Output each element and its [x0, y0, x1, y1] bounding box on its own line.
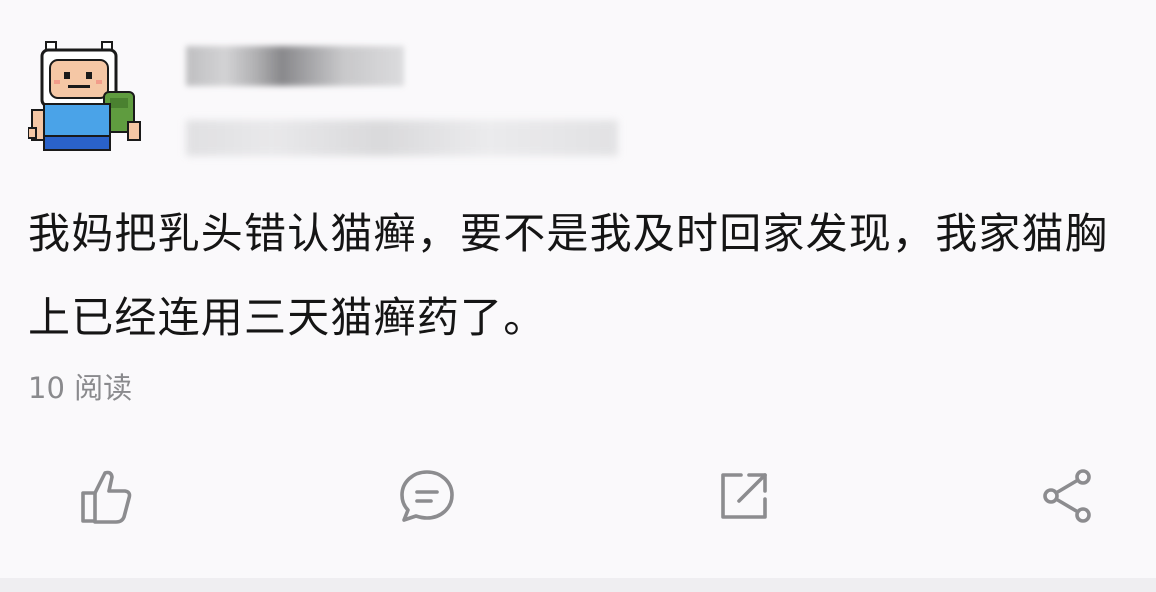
like-button[interactable] — [66, 456, 146, 536]
repost-button[interactable] — [704, 456, 784, 536]
author-name-blurred[interactable] — [186, 46, 404, 86]
read-count: 10 阅读 — [28, 371, 133, 405]
pixel-avatar-icon[interactable] — [28, 36, 146, 158]
separator-bar — [0, 578, 1156, 592]
share-button[interactable] — [1028, 456, 1108, 536]
repost-external-icon — [721, 473, 767, 519]
post-card: 我妈把乳头错认猫癣，要不是我及时回家发现，我家猫胸上已经连用三天猫癣药了。 10… — [0, 0, 1156, 578]
post-content: 我妈把乳头错认猫癣，要不是我及时回家发现，我家猫胸上已经连用三天猫癣药了。 — [28, 209, 1109, 342]
action-bar — [0, 456, 1156, 536]
comment-button[interactable] — [387, 456, 467, 536]
share-nodes-icon — [1043, 469, 1091, 523]
author-meta-blurred — [186, 120, 618, 156]
thumbs-up-icon — [81, 470, 132, 524]
comment-bubble-icon — [400, 470, 454, 522]
